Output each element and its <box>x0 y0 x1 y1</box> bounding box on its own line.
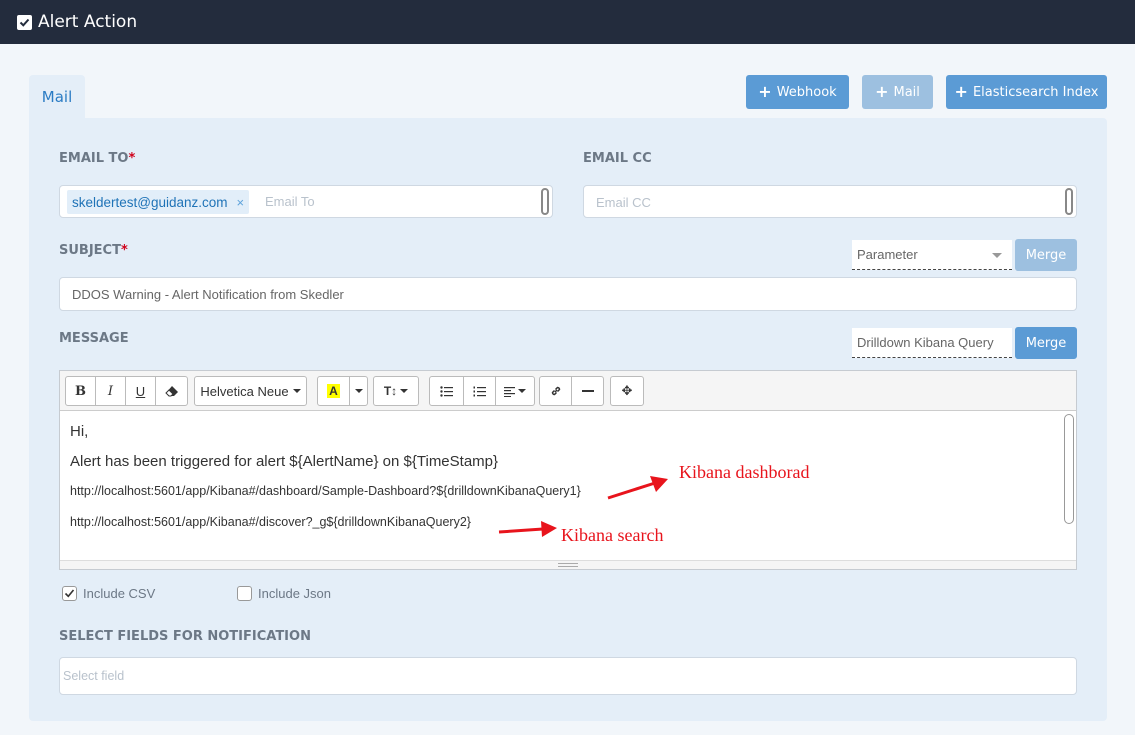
ordered-list-button[interactable] <box>463 376 496 406</box>
message-line-dashboard-url: http://localhost:5601/app/Kibana#/dashbo… <box>70 484 581 498</box>
parameter-select-value: Parameter <box>857 247 918 262</box>
include-csv-option[interactable]: Include CSV <box>62 586 155 601</box>
scrollbar[interactable] <box>1065 188 1073 215</box>
tab-mail[interactable]: Mail <box>29 75 85 119</box>
select-fields-label: SELECT FIELDS FOR NOTIFICATION <box>59 629 311 644</box>
subject-merge-button[interactable]: Merge <box>1015 239 1077 271</box>
font-size-button[interactable]: T↕ <box>373 376 419 406</box>
include-json-option[interactable]: Include Json <box>237 586 331 601</box>
caret-down-icon <box>354 389 363 393</box>
annotation-search-label: Kibana search <box>561 525 664 545</box>
bold-button[interactable]: B <box>65 376 96 406</box>
email-cc-label: EMAIL CC <box>583 151 652 166</box>
plus-icon: + <box>758 82 772 101</box>
select-fields-placeholder: Select field <box>63 669 125 683</box>
eraser-icon <box>164 386 178 397</box>
link-icon <box>551 386 560 396</box>
font-family-select[interactable]: Helvetica Neue <box>194 376 307 406</box>
add-webhook-label: Webhook <box>776 84 837 100</box>
subject-label: SUBJECT* <box>59 243 128 258</box>
email-cc-placeholder: Email CC <box>596 195 651 210</box>
bold-icon: B <box>75 383 86 399</box>
subject-input[interactable]: DDOS Warning - Alert Notification from S… <box>59 277 1077 311</box>
caret-down-icon <box>518 389 526 393</box>
drilldown-select[interactable]: Drilldown Kibana Query <box>852 328 1012 358</box>
check-icon <box>19 18 30 27</box>
grip-icon <box>558 563 578 567</box>
paragraph-align-button[interactable] <box>495 376 535 406</box>
check-icon <box>64 589 75 598</box>
list-ol-icon <box>473 386 486 396</box>
email-to-label: EMAIL TO* <box>59 151 136 166</box>
email-tag-text: skeldertest@guidanz.com <box>72 194 228 210</box>
editor-scrollbar[interactable] <box>1064 414 1074 524</box>
underline-button[interactable]: U <box>125 376 156 406</box>
annotation-arrow-dashboard <box>607 476 668 500</box>
subject-value: DDOS Warning - Alert Notification from S… <box>72 287 344 302</box>
add-elasticsearch-index-label: Elasticsearch Index <box>972 84 1099 100</box>
message-merge-button[interactable]: Merge <box>1015 327 1077 359</box>
message-label: MESSAGE <box>59 331 129 346</box>
color-dropdown-button[interactable] <box>349 376 368 406</box>
add-mail-button[interactable]: + Mail <box>862 75 933 109</box>
add-webhook-button[interactable]: + Webhook <box>746 75 849 109</box>
caret-down-icon <box>992 253 1002 258</box>
plus-icon: + <box>875 82 889 101</box>
list-ul-icon <box>440 385 453 397</box>
header-bar: Alert Action <box>0 0 1135 44</box>
include-json-checkbox[interactable] <box>237 586 252 601</box>
include-json-label: Include Json <box>258 586 331 601</box>
fullscreen-button[interactable]: ✥ <box>610 376 644 406</box>
message-line-alert: Alert has been triggered for alert ${Ale… <box>70 453 499 470</box>
align-left-icon <box>504 386 515 397</box>
highlight-color-button[interactable]: A <box>317 376 350 406</box>
plus-icon: + <box>954 82 968 101</box>
text-height-icon: T↕ <box>383 384 398 398</box>
alert-action-checkbox[interactable] <box>17 14 32 30</box>
italic-button[interactable]: I <box>95 376 126 406</box>
include-csv-checkbox[interactable] <box>62 586 77 601</box>
underline-icon: U <box>135 383 146 399</box>
select-fields-input[interactable]: Select field <box>59 657 1077 695</box>
email-cc-input[interactable]: Email CC <box>583 185 1077 218</box>
remove-tag-icon[interactable]: × <box>237 195 245 210</box>
email-to-placeholder: Email To <box>265 194 315 209</box>
caret-down-icon <box>400 389 409 393</box>
email-tag: skeldertest@guidanz.com × <box>67 190 250 214</box>
scrollbar[interactable] <box>541 188 549 215</box>
annotation-arrow-search <box>498 521 557 537</box>
editor-toolbar: B I U Helvetica Neue A T↕ ✥ <box>60 371 1076 411</box>
message-line-greeting: Hi, <box>70 423 89 440</box>
page-title: Alert Action <box>38 12 138 32</box>
minus-icon <box>581 390 594 392</box>
arrows-move-icon: ✥ <box>621 383 633 398</box>
email-to-input[interactable]: skeldertest@guidanz.com × Email To <box>59 185 553 218</box>
annotation-dashboard-label: Kibana dashborad <box>679 462 810 482</box>
font-family-value: Helvetica Neue <box>200 383 289 399</box>
add-mail-label: Mail <box>893 84 920 100</box>
caret-down-icon <box>292 389 301 393</box>
editor-resize-handle[interactable] <box>60 560 1076 569</box>
add-elasticsearch-index-button[interactable]: + Elasticsearch Index <box>946 75 1107 109</box>
drilldown-select-value: Drilldown Kibana Query <box>857 335 994 350</box>
include-csv-label: Include CSV <box>83 586 156 601</box>
unordered-list-button[interactable] <box>429 376 464 406</box>
horizontal-rule-button[interactable] <box>571 376 604 406</box>
clear-format-button[interactable] <box>155 376 188 406</box>
parameter-select[interactable]: Parameter <box>852 240 1012 270</box>
italic-icon: I <box>107 383 114 399</box>
highlight-icon: A <box>327 384 340 398</box>
insert-link-button[interactable] <box>539 376 572 406</box>
